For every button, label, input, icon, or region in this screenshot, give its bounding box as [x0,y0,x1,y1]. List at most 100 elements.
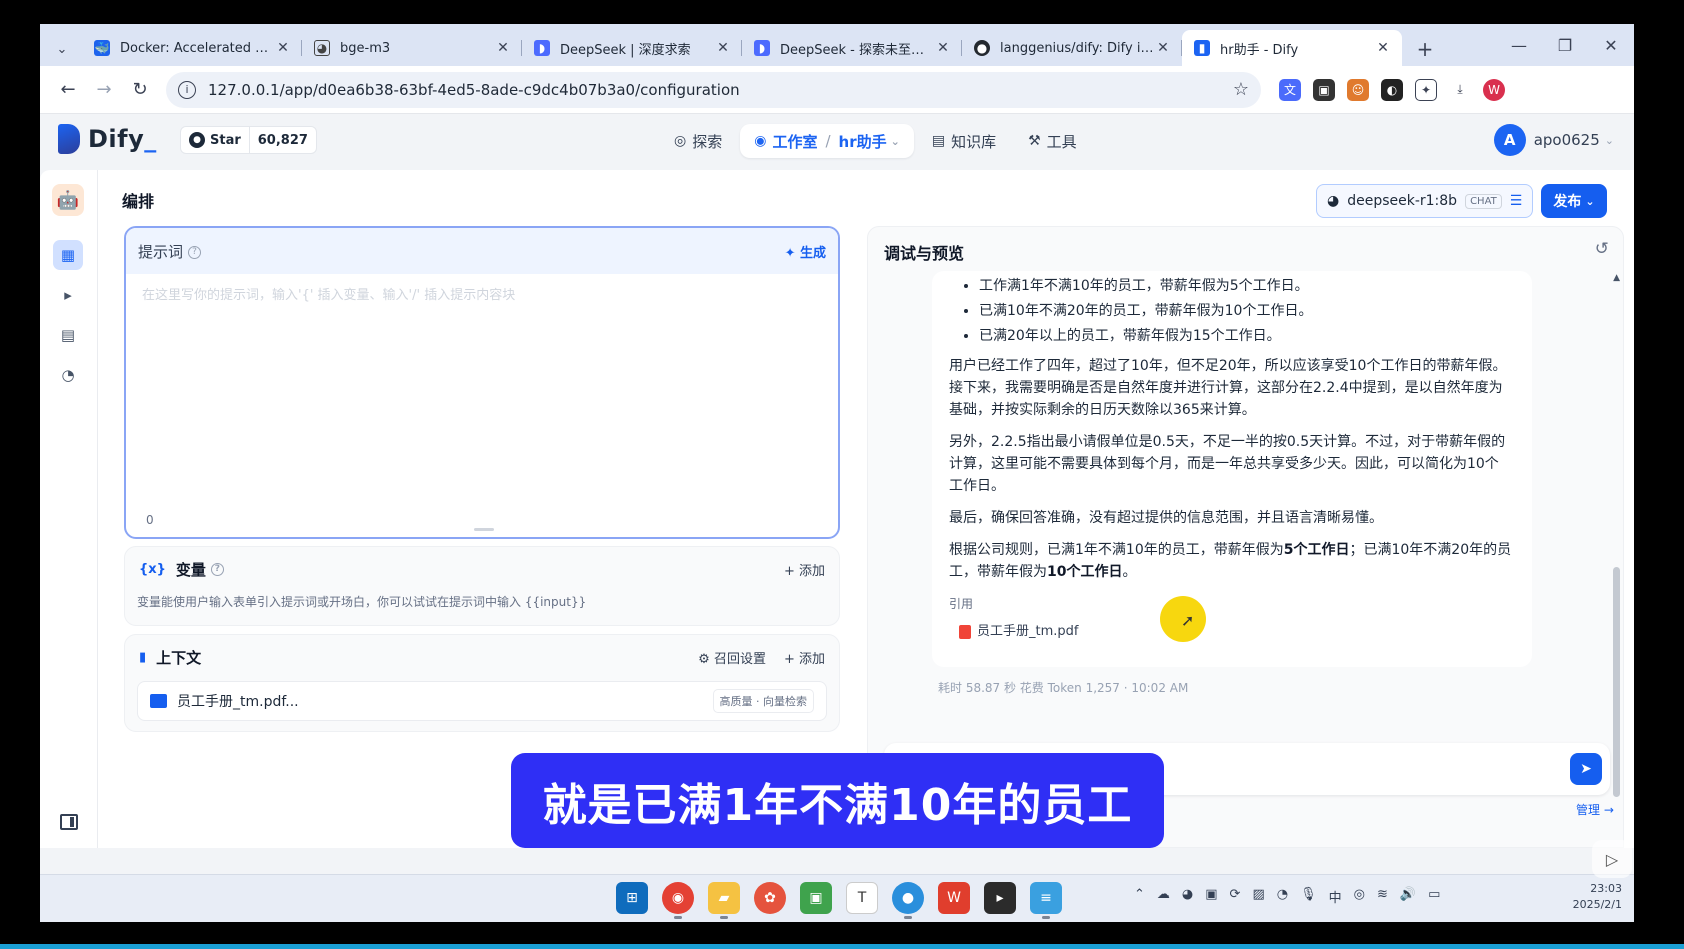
extension-icon[interactable]: ▣ [1313,78,1335,101]
battery-icon[interactable]: ▭ [1428,887,1440,906]
restore-icon[interactable]: ❐ [1542,24,1588,66]
citation-label: 引用 [949,597,974,611]
close-icon[interactable]: ✕ [714,40,732,56]
chevron-down-icon: ⌄ [890,134,900,148]
app-icon[interactable]: ✿ [754,882,786,914]
extension-icon[interactable]: ◐ [1381,78,1403,101]
close-icon[interactable]: ✕ [1154,40,1172,56]
browser-tab[interactable]: 🐳 Docker: Accelerated Con ✕ [82,30,302,66]
add-variable-button[interactable]: + 添加 [784,560,825,579]
close-icon[interactable]: ✕ [274,40,292,56]
nav-studio[interactable]: ◉ 工作室 / hr助手 ⌄ [740,124,914,158]
browser-tab-active[interactable]: ▮ hr助手 - Dify ✕ [1182,30,1402,66]
recall-settings-button[interactable]: ⚙ 召回设置 [698,648,766,667]
url-input[interactable]: i 127.0.0.1/app/d0ea6b38-63bf-4ed5-8ade-… [166,71,1261,108]
scrollbar-thumb[interactable] [1613,567,1620,797]
chevron-down-icon: ⌄ [1585,194,1595,208]
folder-icon [150,694,167,708]
bookmark-star-icon[interactable]: ☆ [1233,79,1249,100]
volume-icon[interactable]: 🔊 [1400,887,1416,906]
sidebar-toggle-icon[interactable] [60,814,78,830]
dify-logo[interactable]: Dify_ [58,124,157,154]
browser-tab[interactable]: ● langgenius/dify: Dify is a ✕ [962,30,1182,66]
ime-indicator[interactable]: 中 [1329,887,1342,906]
monitoring-icon[interactable]: ◔ [53,360,83,390]
nav-knowledge[interactable]: ▤ 知识库 [918,124,1010,158]
prompt-editor[interactable]: 提示词? ✦ 生成 在这里写你的提示词，输入'{' 插入变量、输入'/' 插入提… [124,226,840,539]
help-icon[interactable]: ? [210,562,224,576]
extension-icon[interactable]: ☺ [1347,78,1369,101]
browser-tab[interactable]: ◕ bge-m3 ✕ [302,30,522,66]
logs-icon[interactable]: ▤ [53,320,83,350]
new-tab-button[interactable]: + [1408,32,1442,66]
back-icon[interactable]: ← [50,72,86,108]
cloud-icon[interactable]: ☁ [1157,887,1170,906]
close-icon[interactable]: ✕ [1374,40,1392,56]
scroll-up-arrow-icon[interactable]: ▲ [1613,273,1620,283]
help-icon[interactable]: ? [188,245,202,259]
sliders-icon: ⚙ [698,651,714,667]
tab-search-icon[interactable]: ⌄ [48,32,76,66]
windows-start-icon[interactable]: ⊞ [616,882,648,914]
file-explorer-icon[interactable]: ▰ [708,882,740,919]
url-text[interactable]: 127.0.0.1/app/d0ea6b38-63bf-4ed5-8ade-c9… [208,81,1233,99]
close-icon[interactable]: ✕ [934,40,952,56]
chrome-icon[interactable]: ◉ [662,882,694,919]
main-nav: ◎ 探索 ◉ 工作室 / hr助手 ⌄ ▤ 知识库 ⚒ 工具 [660,124,1091,158]
cat-icon[interactable]: ◔ [1277,887,1288,906]
download-icon[interactable]: ⤓ [1449,78,1471,101]
generate-button[interactable]: ✦ 生成 [785,242,826,261]
browser-tab[interactable]: ◗ DeepSeek | 深度求索 ✕ [522,30,742,66]
translate-extension-icon[interactable]: 文 [1279,78,1301,101]
wifi-icon[interactable]: ≋ [1377,887,1388,906]
window-close-icon[interactable]: ✕ [1588,24,1634,66]
api-access-icon[interactable]: ▸ [53,280,83,310]
app-tray-icon[interactable]: ▨ [1252,887,1264,906]
minimize-icon[interactable]: — [1496,24,1542,66]
send-button[interactable]: ➤ [1570,753,1602,785]
app-switcher[interactable]: hr助手 [839,131,887,152]
profile-avatar-icon[interactable]: W [1483,78,1505,101]
manage-link[interactable]: 管理 → [1576,801,1614,818]
chevron-up-icon[interactable]: ⌃ [1134,887,1145,906]
answer-paragraph: 用户已经工作了四年，超过了10年，但不足20年，所以应该享受10个工作日的带薪年… [949,358,1507,418]
nav-tools[interactable]: ⚒ 工具 [1014,124,1091,158]
orchestrate-nav-icon[interactable]: ▦ [53,240,83,270]
wps-icon[interactable]: W [938,882,970,914]
microphone-icon[interactable]: 🎙 [1300,887,1317,906]
terminal-icon[interactable]: ▸ [984,882,1016,914]
notepad-icon[interactable]: ≡ [1030,882,1062,919]
github-star-button[interactable]: ● Star 60,827 [180,126,317,154]
refresh-icon[interactable]: ↺ [1595,239,1609,259]
sync-icon[interactable]: ⟳ [1230,887,1241,906]
publish-button[interactable]: 发布 ⌄ [1541,184,1607,218]
context-dataset-item[interactable]: 员工手册_tm.pdf... 高质量 · 向量检索 [137,681,827,721]
settings-sliders-icon[interactable]: ☰ [1510,193,1523,209]
extensions-puzzle-icon[interactable]: ✦ [1415,78,1437,101]
compass-icon: ◎ [674,133,687,149]
clock[interactable]: 23:03 2025/2/1 [1573,881,1622,913]
user-menu[interactable]: A apo0625 ⌄ [1493,124,1614,156]
model-selector[interactable]: ◕ deepseek-r1:8b CHAT ☰ [1316,184,1534,218]
app-tray-icon[interactable]: ▣ [1205,887,1217,906]
resize-handle[interactable] [474,528,494,531]
prompt-textarea[interactable]: 在这里写你的提示词，输入'{' 插入变量、输入'/' 插入提示内容块 [126,274,838,313]
play-icon[interactable]: ▷ [1592,840,1632,878]
nav-explore[interactable]: ◎ 探索 [660,124,736,158]
add-context-button[interactable]: + 添加 [784,648,825,667]
forward-icon[interactable]: → [86,72,122,108]
browser-tab[interactable]: ◗ DeepSeek - 探索未至之境 ✕ [742,30,962,66]
citation-item[interactable]: 员工手册_tm.pdf [959,621,1512,643]
app-robot-icon[interactable]: 🤖 [52,184,84,216]
robot-icon: ◉ [754,133,767,149]
typora-icon[interactable]: T [846,882,878,914]
close-icon[interactable]: ✕ [494,40,512,56]
site-info-icon[interactable]: i [178,80,196,99]
app-icon[interactable]: ▣ [800,882,832,914]
address-bar: ← → ↻ i 127.0.0.1/app/d0ea6b38-63bf-4ed5… [40,66,1634,114]
reload-icon[interactable]: ↻ [122,72,158,108]
app-icon[interactable]: ● [892,882,924,919]
deepseek-icon: ◗ [534,40,550,56]
ollama-tray-icon[interactable]: ◕ [1182,887,1193,906]
app-tray-icon[interactable]: ◎ [1354,887,1365,906]
